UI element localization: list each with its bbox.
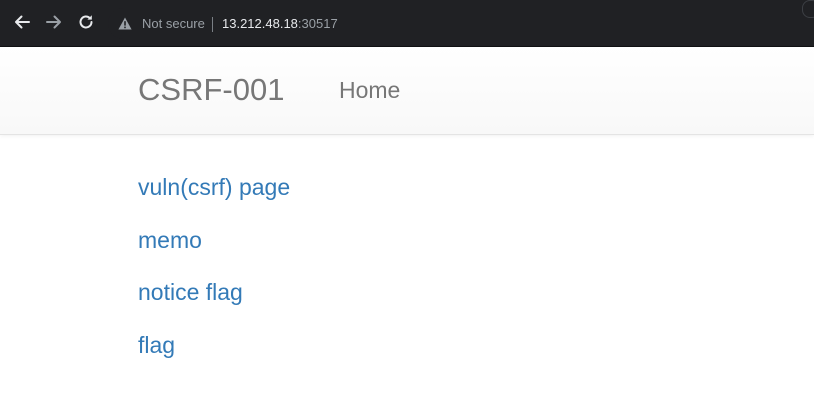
flag-link[interactable]: flag: [138, 332, 175, 358]
arrow-right-icon: [46, 15, 61, 29]
list-item: memo: [138, 225, 290, 278]
security-status-label[interactable]: Not secure: [142, 16, 205, 31]
list-item: vuln(csrf) page: [138, 172, 290, 225]
url-port: :30517: [297, 16, 338, 31]
url-divider: [212, 17, 213, 32]
vuln-csrf-page-link[interactable]: vuln(csrf) page: [138, 174, 290, 200]
arrow-left-icon: [15, 15, 30, 29]
site-brand-link[interactable]: CSRF-001: [138, 72, 284, 108]
notice-flag-link[interactable]: notice flag: [138, 279, 243, 305]
list-item: notice flag: [138, 277, 290, 330]
url-text[interactable]: 13.212.48.18:30517: [222, 16, 338, 31]
memo-link[interactable]: memo: [138, 227, 202, 253]
main-link-list: vuln(csrf) page memo notice flag flag: [138, 172, 290, 382]
warning-triangle-icon[interactable]: [118, 17, 132, 30]
url-host: 13.212.48.18: [222, 16, 298, 31]
window-corner: [802, 0, 814, 18]
site-navbar: CSRF-001 Home: [0, 47, 814, 135]
back-button[interactable]: [12, 12, 32, 32]
reload-button[interactable]: [76, 12, 96, 32]
forward-button[interactable]: [44, 12, 64, 32]
nav-home-link[interactable]: Home: [339, 77, 400, 104]
address-bar[interactable]: Not secure 13.212.48.18:30517: [108, 8, 814, 39]
browser-toolbar: Not secure 13.212.48.18:30517: [0, 0, 814, 47]
reload-icon: [79, 15, 93, 29]
list-item: flag: [138, 330, 290, 383]
